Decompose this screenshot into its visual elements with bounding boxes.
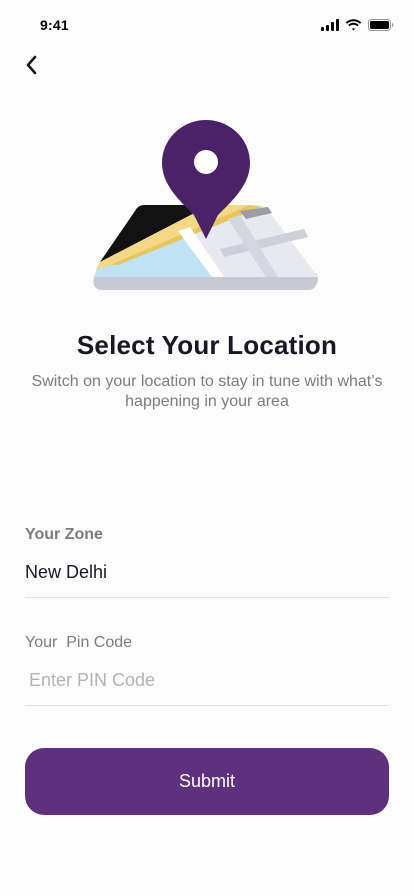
- location-pin-hole: [194, 150, 218, 174]
- status-icons: [321, 19, 394, 31]
- zone-label: Your Zone: [25, 526, 103, 543]
- pin-code-label: Your Pin Code: [25, 634, 133, 651]
- cellular-signal-icon: [321, 19, 339, 31]
- status-time: 9:41: [40, 17, 69, 33]
- page-subtitle: Switch on your location to stay in tune …: [31, 373, 383, 410]
- status-bar: 9:41: [0, 0, 414, 50]
- chevron-left-icon: [26, 55, 37, 75]
- pin-code-input[interactable]: [25, 666, 389, 706]
- wifi-icon: [345, 19, 362, 31]
- page-title: Select Your Location: [76, 330, 338, 360]
- zone-field[interactable]: Your Zone New Delhi: [25, 526, 389, 598]
- submit-button[interactable]: Submit: [25, 748, 389, 815]
- battery-icon: [368, 19, 394, 31]
- back-button[interactable]: [18, 52, 44, 78]
- pin-code-field[interactable]: Your Pin Code: [25, 634, 389, 706]
- map-location-pin-icon: [93, 120, 318, 290]
- zone-value[interactable]: New Delhi: [25, 562, 389, 598]
